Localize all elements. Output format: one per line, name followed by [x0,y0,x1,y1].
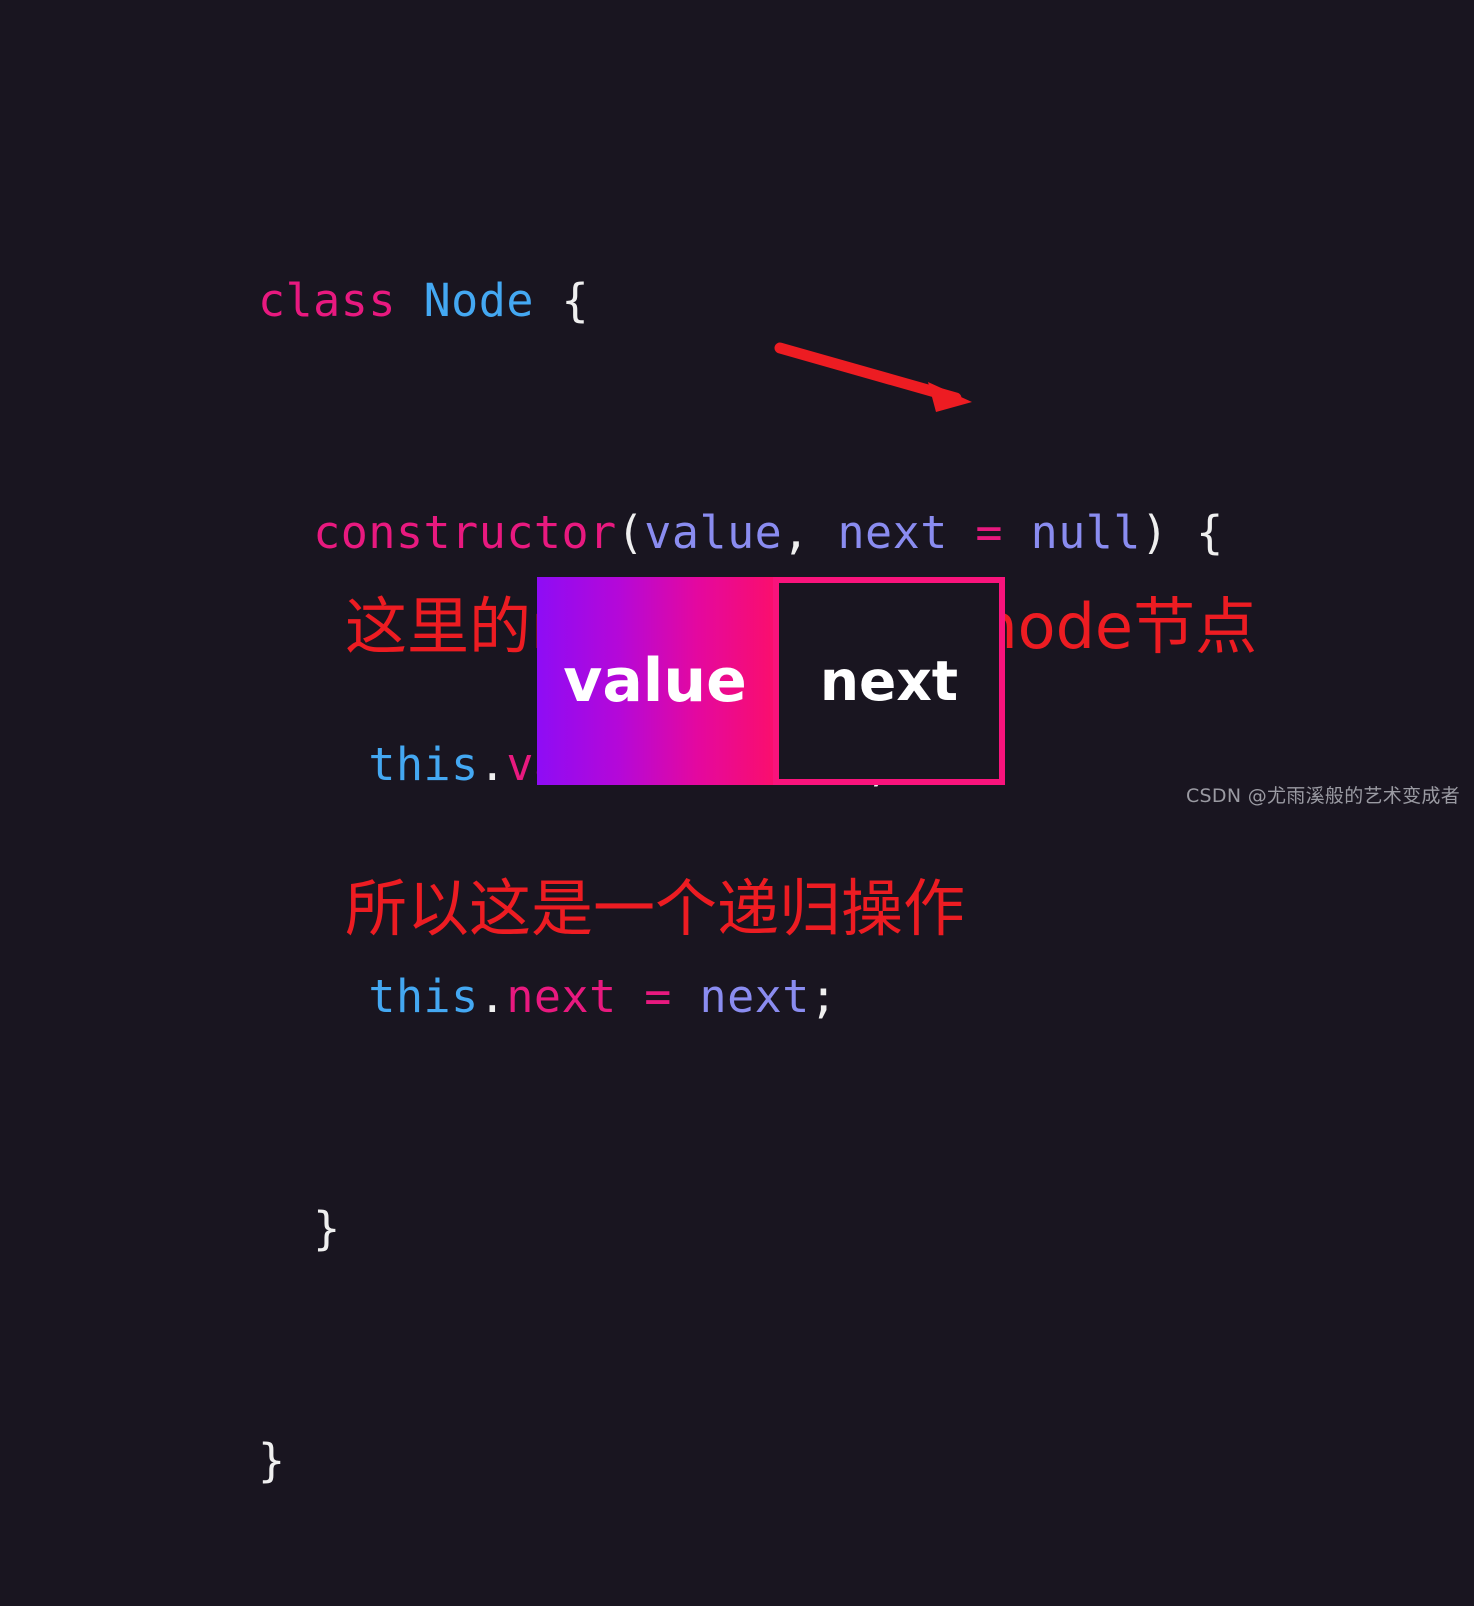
token-close-brace-outer: } [258,1434,286,1487]
code-line-6: } [258,1432,1224,1490]
node-value-label: value [563,646,747,716]
node-diagram: value next [537,577,1005,785]
slide-canvas: class Node { constructor(value, next = n… [0,0,1474,1487]
token-open-brace: { [533,274,590,327]
token-close-brace-inner: } [258,1202,341,1255]
csdn-watermark: CSDN @尤雨溪般的艺术变成者 [1185,785,1460,807]
token-class-name: Node [423,274,534,327]
token-class-keyword: class [258,274,396,327]
code-line-5: } [258,1200,1224,1258]
annotation-line-2: 所以这是一个递归操作 [345,872,966,945]
node-next-label: next [819,649,959,713]
code-line-1: class Node { [258,272,1224,330]
node-value-cell: value [537,577,773,785]
node-next-cell: next [773,577,1005,785]
